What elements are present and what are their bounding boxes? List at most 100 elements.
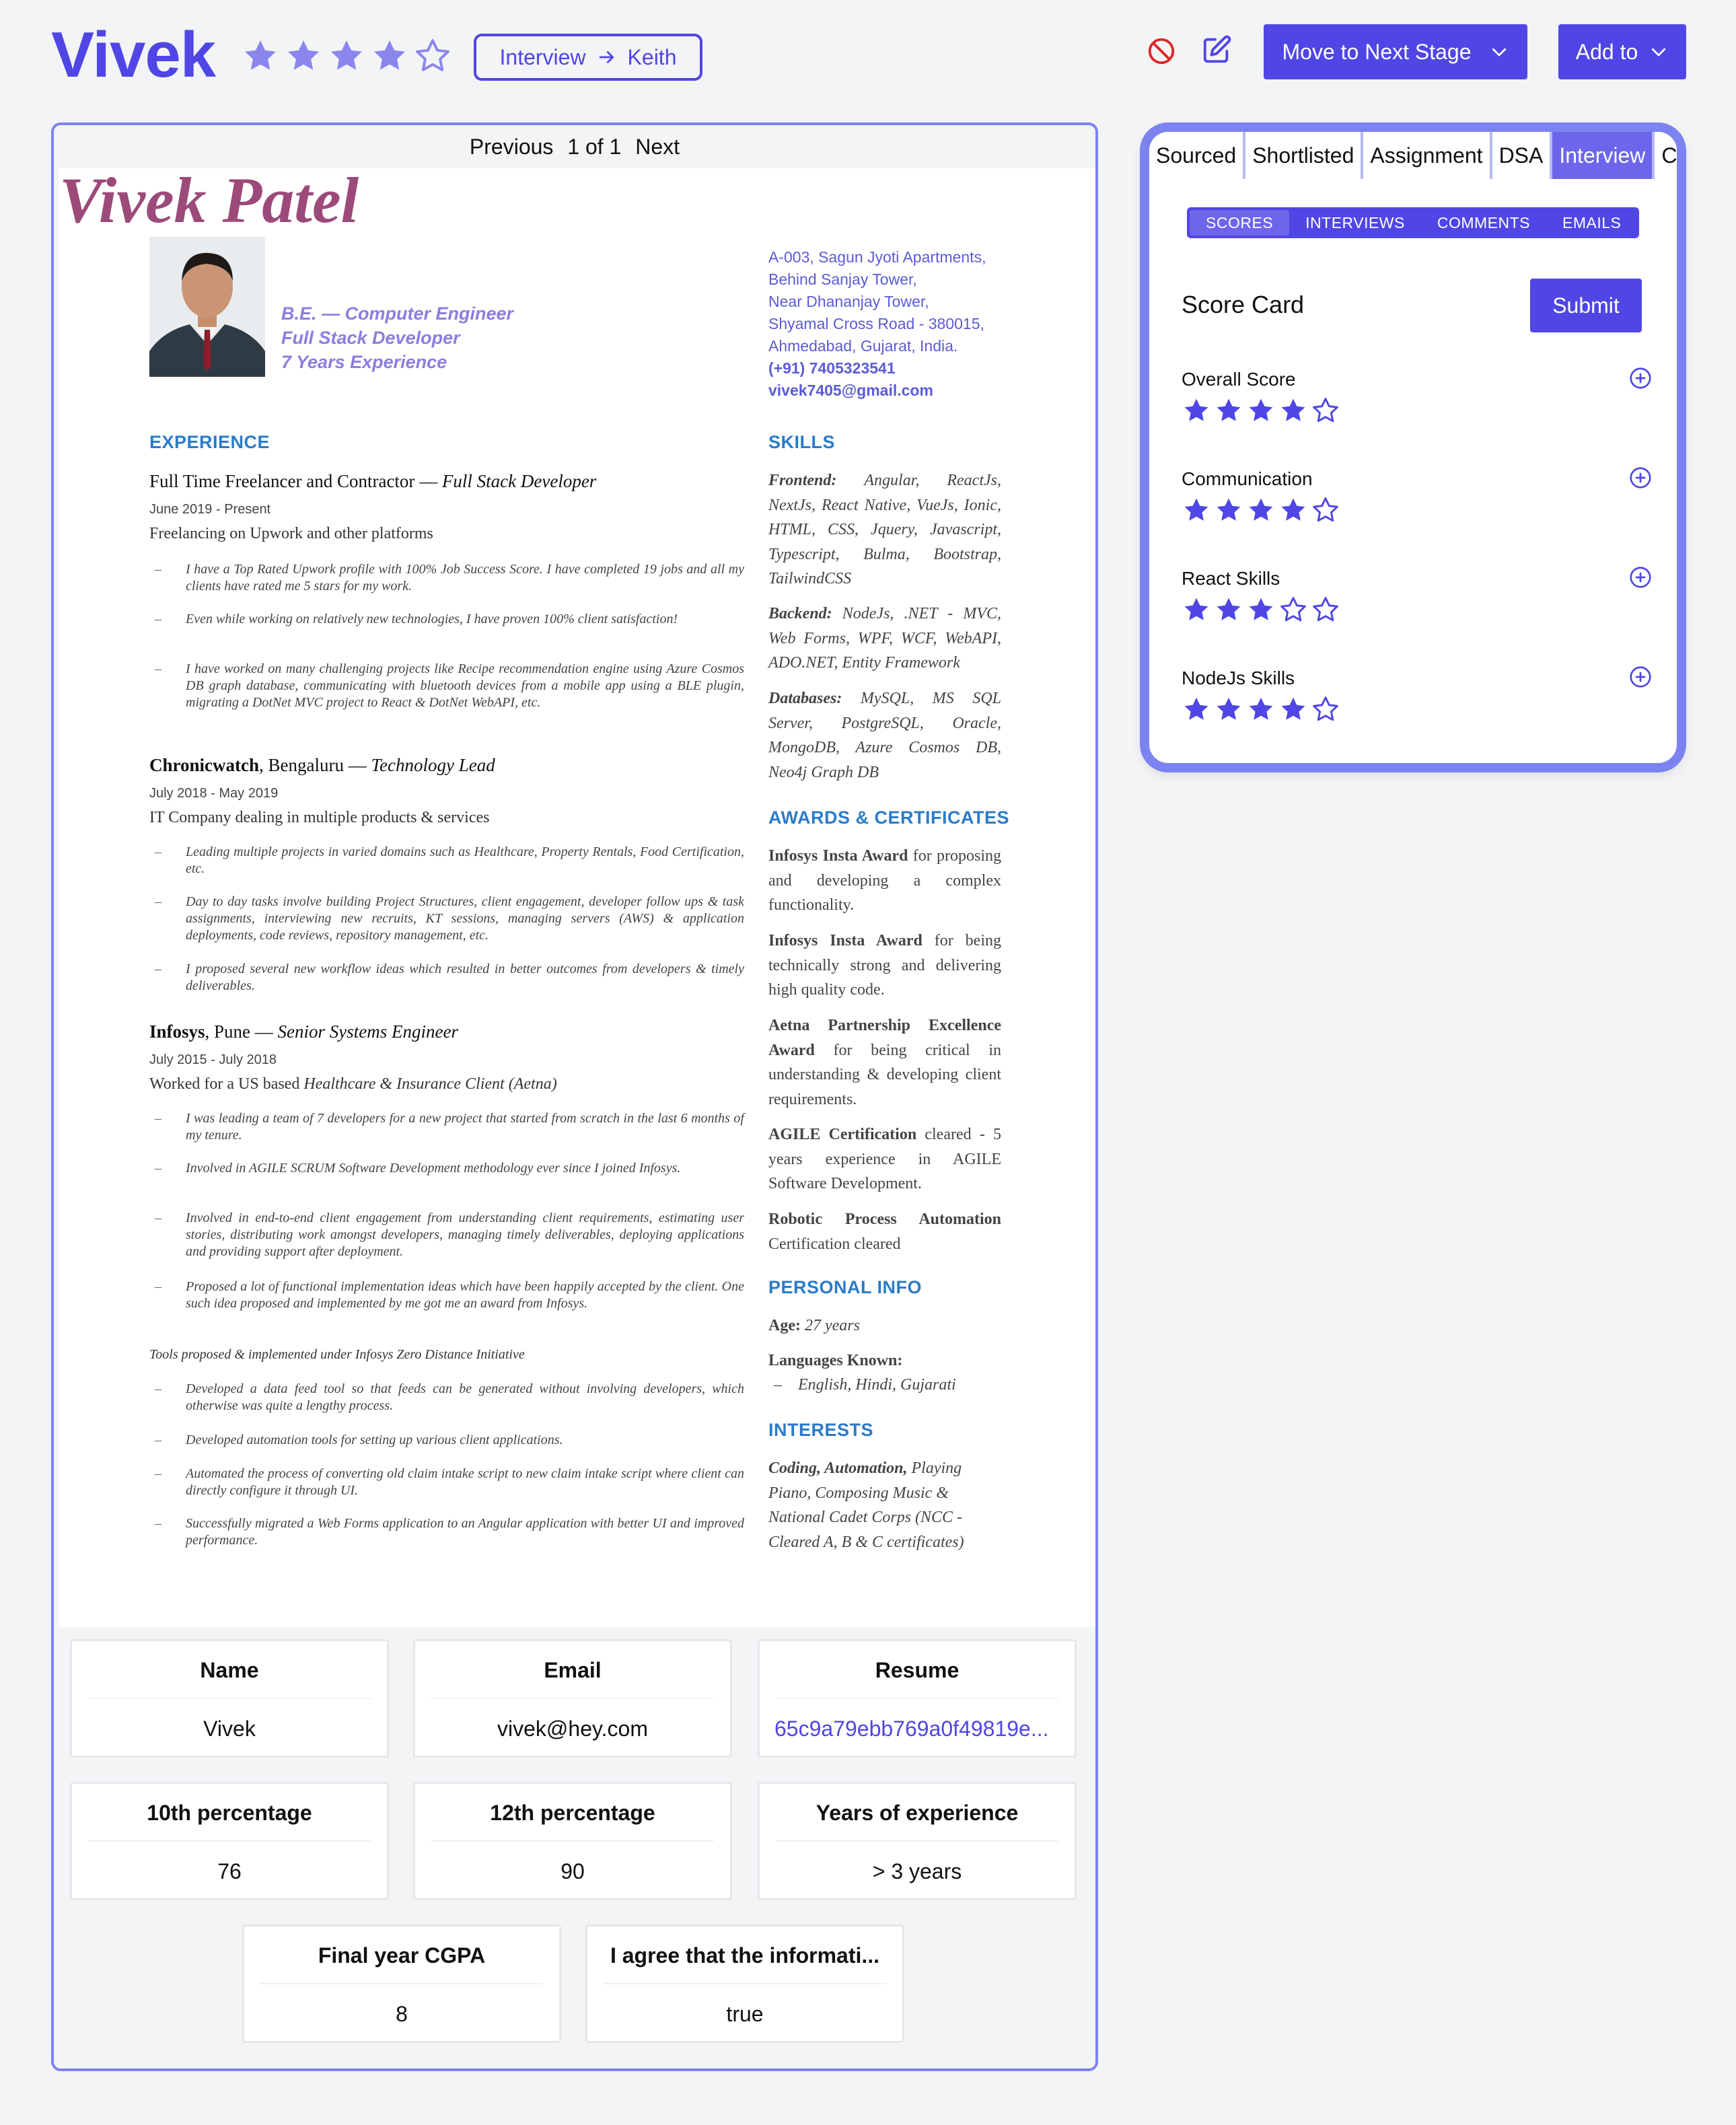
star-icon[interactable] [1214,396,1243,425]
tool-bullet: Automated the process of converting old … [149,1466,744,1499]
candidate-name: Vivek [51,19,216,91]
award-item: Infosys Insta Award for proposing and de… [768,844,1001,918]
resume-panel: Previous 1 of 1 Next Vivek Patel B.E. — … [51,122,1098,2071]
tab-assignment[interactable]: Assignment [1363,132,1492,179]
field-value: vivek@hey.com [497,1716,648,1741]
star-icon[interactable] [1278,495,1308,525]
star-outline-icon[interactable] [1278,595,1308,624]
chevron-down-icon [1492,48,1506,57]
field-card-experience: Years of experience > 3 years [758,1782,1077,1900]
tab-sourced[interactable]: Sourced [1149,132,1246,179]
field-card-resume: Resume 65c9a79ebb769a0f49819e... [758,1639,1077,1758]
detail-tabs: SCORES INTERVIEWS COMMENTS EMAILS [1187,207,1639,238]
field-value: 76 [217,1859,242,1883]
job-bullet: I have a Top Rated Upwork profile with 1… [149,561,744,595]
job-title: Full Time Freelancer and Contractor — Fu… [149,471,597,491]
tab-interview[interactable]: Interview [1552,132,1655,179]
star-icon[interactable] [1214,495,1243,525]
resume-link[interactable]: 65c9a79ebb769a0f49819e... [760,1700,1075,1757]
score-stars[interactable] [1182,396,1343,425]
add-circle-icon[interactable] [1628,565,1653,589]
star-outline-icon[interactable] [413,36,452,75]
score-stars[interactable] [1182,595,1343,624]
tab-shortlisted[interactable]: Shortlisted [1245,132,1364,179]
award-title: Infosys Insta Award [768,847,908,865]
star-outline-icon[interactable] [1311,595,1340,624]
submit-button[interactable]: Submit [1530,279,1642,332]
star-icon[interactable] [1246,396,1276,425]
job-location: , Pune [205,1021,251,1042]
tab-scores[interactable]: SCORES [1190,210,1290,236]
field-label: Years of experience [816,1800,1019,1825]
star-icon[interactable] [1278,694,1308,724]
score-stars[interactable] [1182,694,1343,724]
add-circle-icon[interactable] [1628,466,1653,490]
add-circle-icon[interactable] [1628,665,1653,689]
star-icon[interactable] [284,36,323,75]
field-label: I agree that the informati... [610,1943,880,1968]
star-icon[interactable] [1246,595,1276,624]
resume-email[interactable]: vivek7405@gmail.com [768,382,933,399]
interests-bold: Coding, Automation, [768,1460,908,1477]
next-page-button[interactable]: Next [635,135,680,159]
resume-degree: B.E. — Computer Engineer [281,303,514,324]
award-item: Robotic Process Automation Certification… [768,1207,1001,1256]
scorecard-panel: Sourced Shortlisted Assignment DSA Inter… [1140,122,1686,772]
tool-bullet: Successfully migrated a Web Forms applic… [149,1515,744,1549]
field-label: Email [544,1657,602,1682]
award-item: Aetna Partnership Excellence Award for b… [768,1013,1001,1112]
star-icon[interactable] [1246,495,1276,525]
award-item: AGILE Certification cleared - 5 years ex… [768,1122,1001,1196]
job-bullet: Proposed a lot of functional implementat… [149,1278,744,1312]
add-circle-icon[interactable] [1628,366,1653,390]
field-value: Vivek [203,1716,256,1741]
candidate-rating[interactable] [241,36,456,75]
star-icon[interactable] [1214,694,1243,724]
star-outline-icon[interactable] [1311,694,1340,724]
star-icon[interactable] [1214,595,1243,624]
edit-button[interactable] [1198,31,1235,69]
tab-dsa[interactable]: DSA [1492,132,1553,179]
award-item: Infosys Insta Award for being technicall… [768,929,1001,1003]
star-icon[interactable] [1182,495,1211,525]
star-icon[interactable] [241,36,280,75]
tab-comments[interactable]: COMMENTS [1421,210,1546,236]
star-outline-icon[interactable] [1311,396,1340,425]
job-role: Technology Lead [371,755,495,775]
score-label: React Skills [1182,568,1280,589]
job-company: Chronicwatch [149,755,260,775]
reject-button[interactable] [1143,32,1180,70]
star-icon[interactable] [1182,396,1211,425]
skills-heading: SKILLS [768,432,836,452]
stage-pill[interactable]: Interview Keith [474,34,702,81]
languages-label: Languages Known: [768,1348,1001,1373]
tab-interviews[interactable]: INTERVIEWS [1289,210,1421,236]
job-location: , Bengaluru [259,755,344,775]
field-card-cgpa: Final year CGPA 8 [242,1924,561,2043]
job-bullet: Involved in end-to-end client engagement… [149,1210,744,1260]
skill-databases: Databases: MySQL, MS SQL Server, Postgre… [768,686,1001,785]
page-indicator: 1 of 1 [567,135,622,159]
star-icon[interactable] [1182,595,1211,624]
previous-page-button[interactable]: Previous [470,135,554,159]
add-to-button[interactable]: Add to [1558,24,1686,79]
arrow-right-icon [599,51,614,63]
star-icon[interactable] [1246,694,1276,724]
score-stars[interactable] [1182,495,1343,525]
tab-emails[interactable]: EMAILS [1546,210,1637,236]
languages-value: English, Hindi, Gujarati [798,1376,956,1394]
job-title: Infosys, Pune — Senior Systems Engineer [149,1021,458,1042]
star-outline-icon[interactable] [1311,495,1340,525]
star-icon[interactable] [370,36,409,75]
award-title: Robotic Process Automation [768,1211,1001,1228]
job-bullet: Leading multiple projects in varied doma… [149,844,744,877]
job-title: Chronicwatch, Bengaluru — Technology Lea… [149,755,495,775]
tab-next-stage[interactable]: C [1655,132,1677,179]
star-icon[interactable] [1182,694,1211,724]
address-line: Shyamal Cross Road - 380015, [768,315,984,332]
address-line: Near Dhananjay Tower, [768,293,929,310]
move-next-stage-button[interactable]: Move to Next Stage [1264,24,1527,79]
star-icon[interactable] [1278,396,1308,425]
star-icon[interactable] [327,36,366,75]
field-value: 8 [396,2001,408,2026]
